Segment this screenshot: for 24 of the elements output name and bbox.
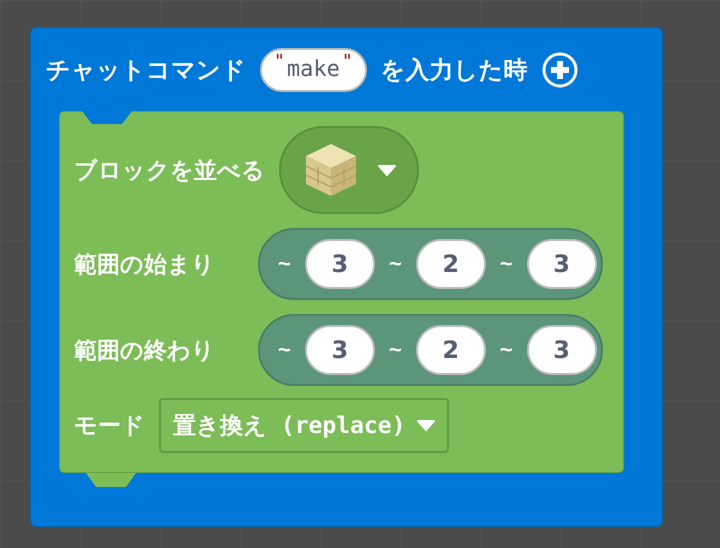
tilde-label: ~ [388,251,402,277]
dropdown-caret-icon [378,164,396,176]
tilde-label: ~ [278,251,291,277]
command-field[interactable]: "make" [260,48,367,92]
position-label: 範囲の終わり [74,336,216,364]
tilde-label: ~ [278,337,291,363]
position-label: 範囲の始まり [74,250,216,278]
dropdown-caret-icon [417,420,436,431]
tilde-label: ~ [500,337,513,363]
statement-block[interactable]: ブロックを並べる 範囲の始まり ~ 3 ~ 2 ~ 3 範囲の終わり ~ 3 ~ 2 ~ 3 モード 置き換え (replace) [59,111,624,473]
event-label: を入力した時 [380,56,528,86]
mode-label: モード [74,411,145,440]
add-icon[interactable] [542,52,578,88]
event-label: チャットコマンド [46,56,246,86]
number-field[interactable]: 3 [526,325,597,375]
event-block[interactable]: チャットコマンド "make" を入力した時 ブロックを並べる 範囲の始まり ~ 3 ~ 2 ~ 3 範囲の終わり ~ 3 ~ 2 ~ 3 モード 置き換え (replace) [30,27,663,527]
tilde-label: ~ [388,337,402,363]
number-field[interactable]: 3 [304,239,375,289]
number-field[interactable]: 2 [416,239,486,289]
block-label: ブロックを並べる [74,156,265,184]
number-field[interactable]: 3 [526,239,597,289]
tilde-label: ~ [500,251,513,277]
number-field[interactable]: 3 [304,325,375,375]
number-field[interactable]: 2 [416,325,486,375]
